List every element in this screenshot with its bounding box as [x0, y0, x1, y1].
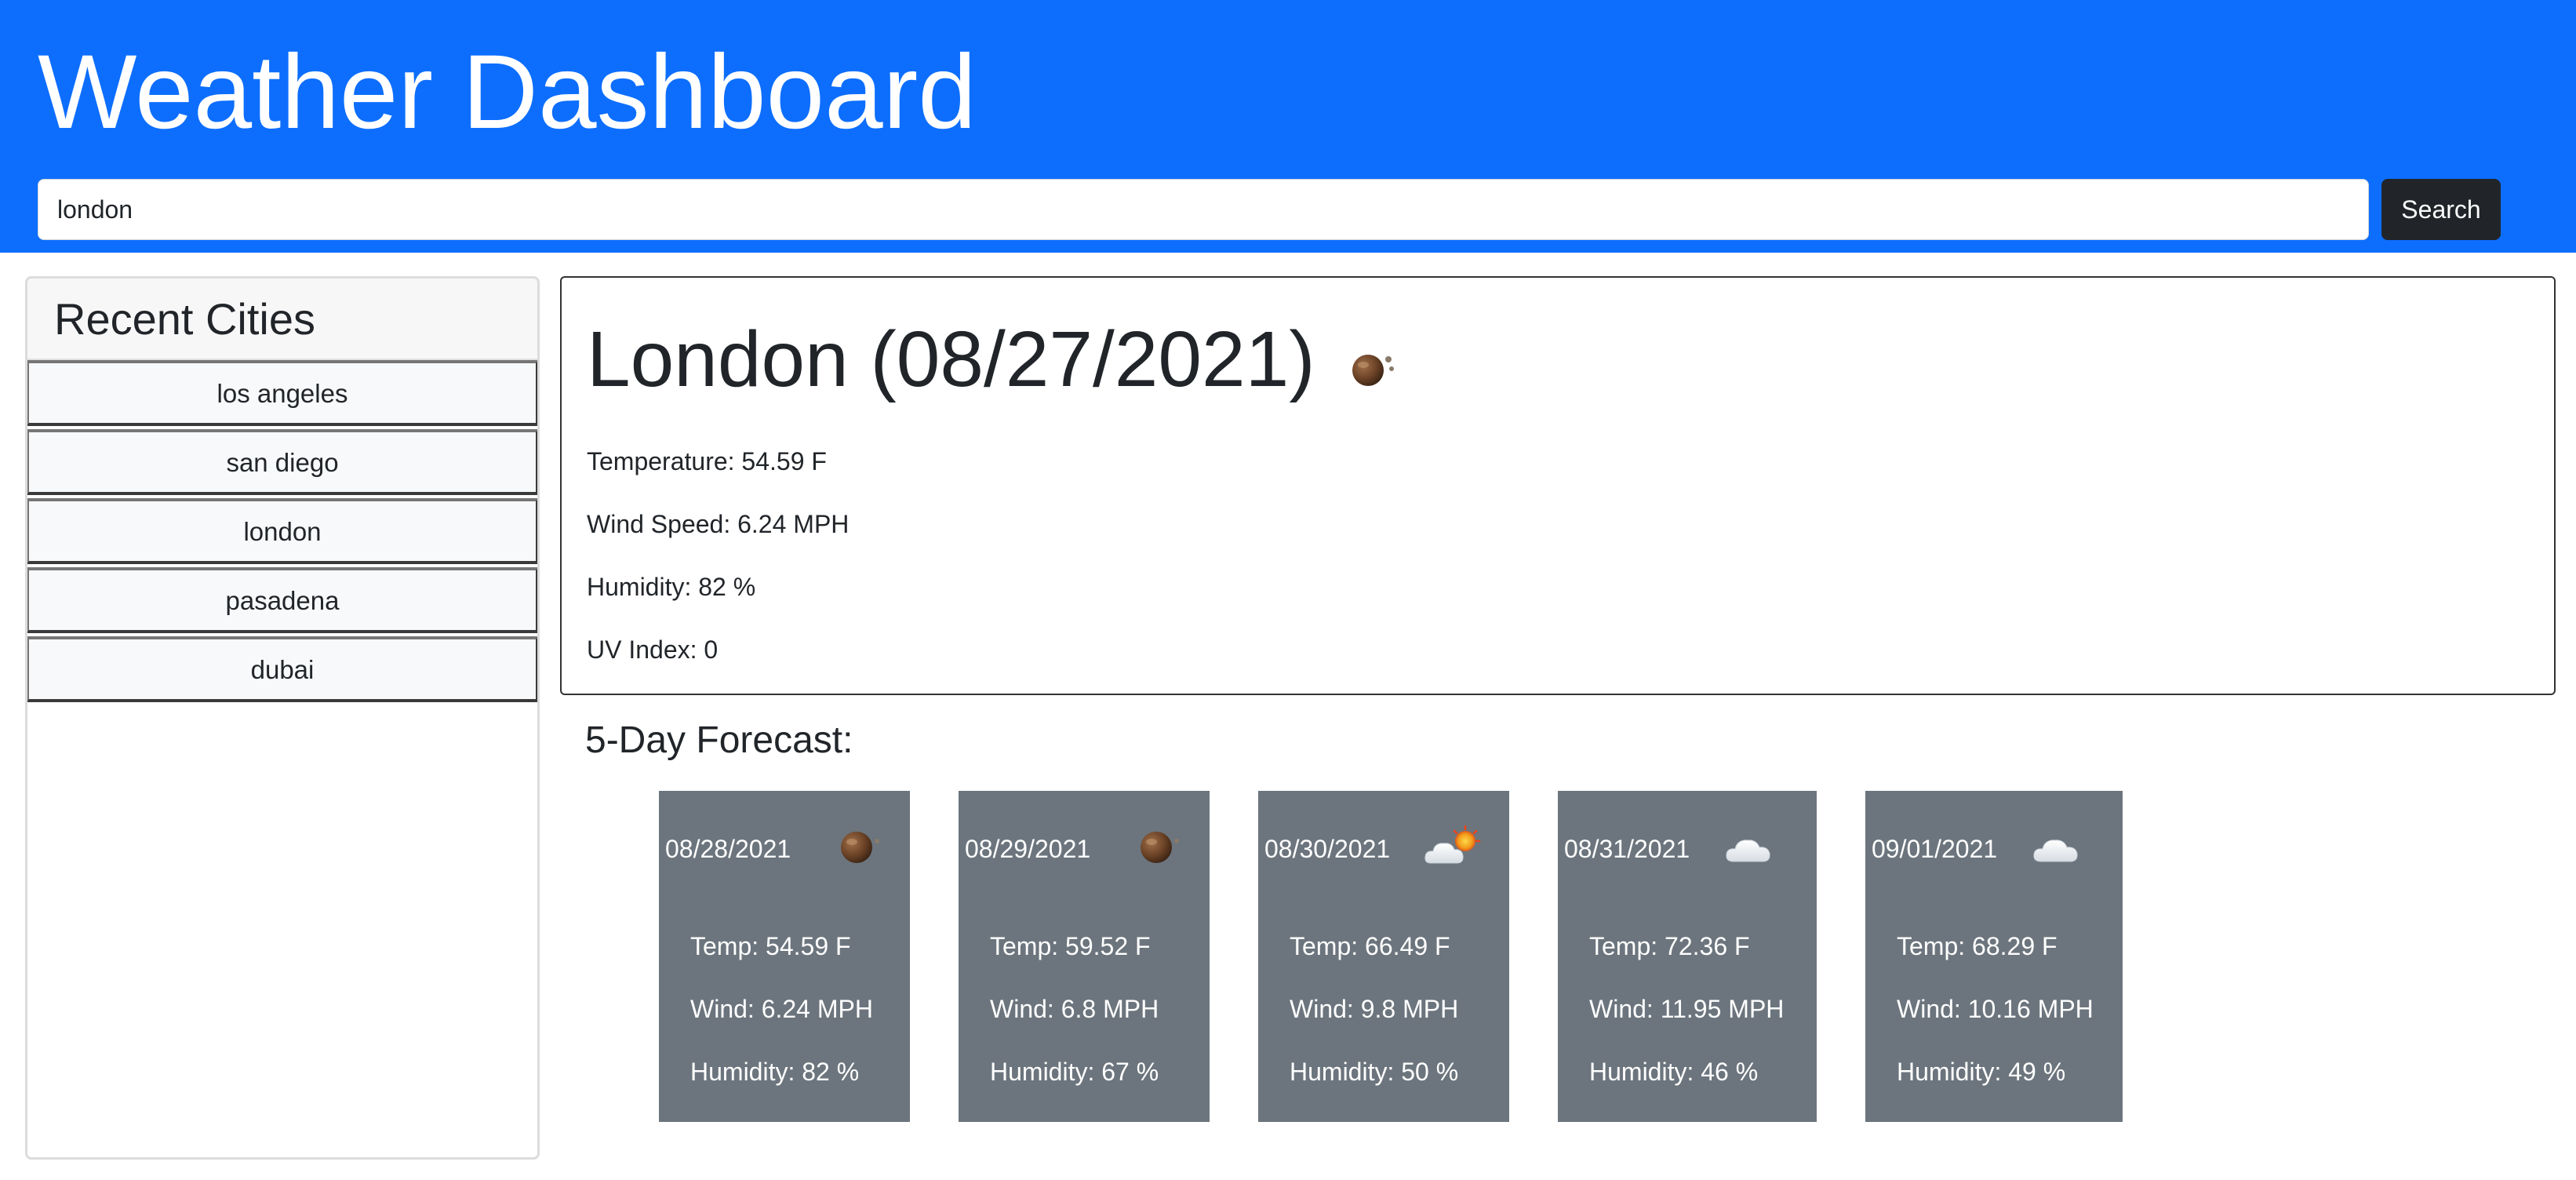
city-button-los-angeles[interactable]: los angeles	[27, 360, 537, 426]
forecast-wind: Wind: 6.8 MPH	[990, 995, 1159, 1023]
current-temperature: Temperature: 54.59 F	[587, 447, 827, 475]
search-button[interactable]: Search	[2381, 179, 2501, 240]
forecast-card: 08/29/2021 Temp: 59.52 F Wind: 6.8 MPH H…	[959, 791, 1210, 1122]
forecast-wind: Wind: 9.8 MPH	[1290, 995, 1459, 1023]
forecast-humidity: Humidity: 49 %	[1897, 1058, 2066, 1086]
forecast-date: 08/29/2021	[965, 835, 1091, 863]
mist-icon	[1141, 832, 1179, 863]
city-button-dubai[interactable]: dubai	[27, 636, 537, 702]
forecast-wind: Wind: 11.95 MPH	[1589, 995, 1785, 1023]
current-city-heading: London (08/27/2021)	[587, 315, 1315, 403]
search-input[interactable]	[38, 179, 2369, 240]
current-weather-card: London (08/27/2021) Temperature: 54.59 F…	[560, 276, 2556, 695]
recent-cities-title: Recent Cities	[54, 294, 316, 344]
recent-cities-header: Recent Cities	[27, 279, 537, 360]
forecast-temp: Temp: 59.52 F	[990, 932, 1151, 960]
forecast-wind: Wind: 6.24 MPH	[690, 995, 873, 1023]
current-uv-index: UV Index: 0	[587, 636, 719, 664]
header-bar: Weather Dashboard Search	[0, 0, 2576, 253]
forecast-humidity: Humidity: 67 %	[990, 1058, 1159, 1086]
forecast-date: 08/28/2021	[665, 835, 791, 863]
forecast-card: 08/28/2021 Temp: 54.59 F Wind: 6.24 MPH …	[659, 791, 910, 1122]
cloud-icon	[2033, 839, 2078, 862]
forecast-date: 09/01/2021	[1872, 835, 1998, 863]
city-button-london[interactable]: london	[27, 498, 537, 564]
forecast-card: 09/01/2021 Temp: 68.29 F Wind: 10.16 MPH…	[1865, 791, 2123, 1122]
forecast-temp: Temp: 68.29 F	[1897, 932, 2058, 960]
forecast-title: 5-Day Forecast:	[585, 719, 853, 761]
forecast-card: 08/31/2021 Temp: 72.36 F Wind: 11.95 MPH…	[1558, 791, 1817, 1122]
forecast-temp: Temp: 66.49 F	[1290, 932, 1450, 960]
cloud-icon	[1726, 839, 1770, 862]
forecast-date: 08/30/2021	[1264, 835, 1391, 863]
forecast-humidity: Humidity: 50 %	[1290, 1058, 1459, 1086]
recent-cities-panel: Recent Cities los angeles san diego lond…	[25, 276, 540, 1160]
app-title: Weather Dashboard	[38, 34, 977, 151]
forecast-wind: Wind: 10.16 MPH	[1897, 995, 2094, 1023]
forecast-humidity: Humidity: 82 %	[690, 1058, 860, 1086]
current-humidity: Humidity: 82 %	[587, 573, 756, 601]
current-wind: Wind Speed: 6.24 MPH	[587, 510, 850, 538]
forecast-date: 08/31/2021	[1564, 835, 1690, 863]
forecast-temp: Temp: 72.36 F	[1589, 932, 1750, 960]
partly-cloudy-icon	[1424, 825, 1481, 864]
recent-cities-list: los angeles san diego london pasadena du…	[27, 360, 537, 702]
city-button-san-diego[interactable]: san diego	[27, 429, 537, 495]
mist-icon	[841, 832, 879, 863]
forecast-temp: Temp: 54.59 F	[690, 932, 851, 960]
forecast-card: 08/30/2021 Temp: 66.49 F Wind: 9.8 MPH H…	[1258, 791, 1509, 1122]
mist-icon	[1352, 355, 1394, 386]
forecast-humidity: Humidity: 46 %	[1589, 1058, 1759, 1086]
city-button-pasadena[interactable]: pasadena	[27, 567, 537, 633]
